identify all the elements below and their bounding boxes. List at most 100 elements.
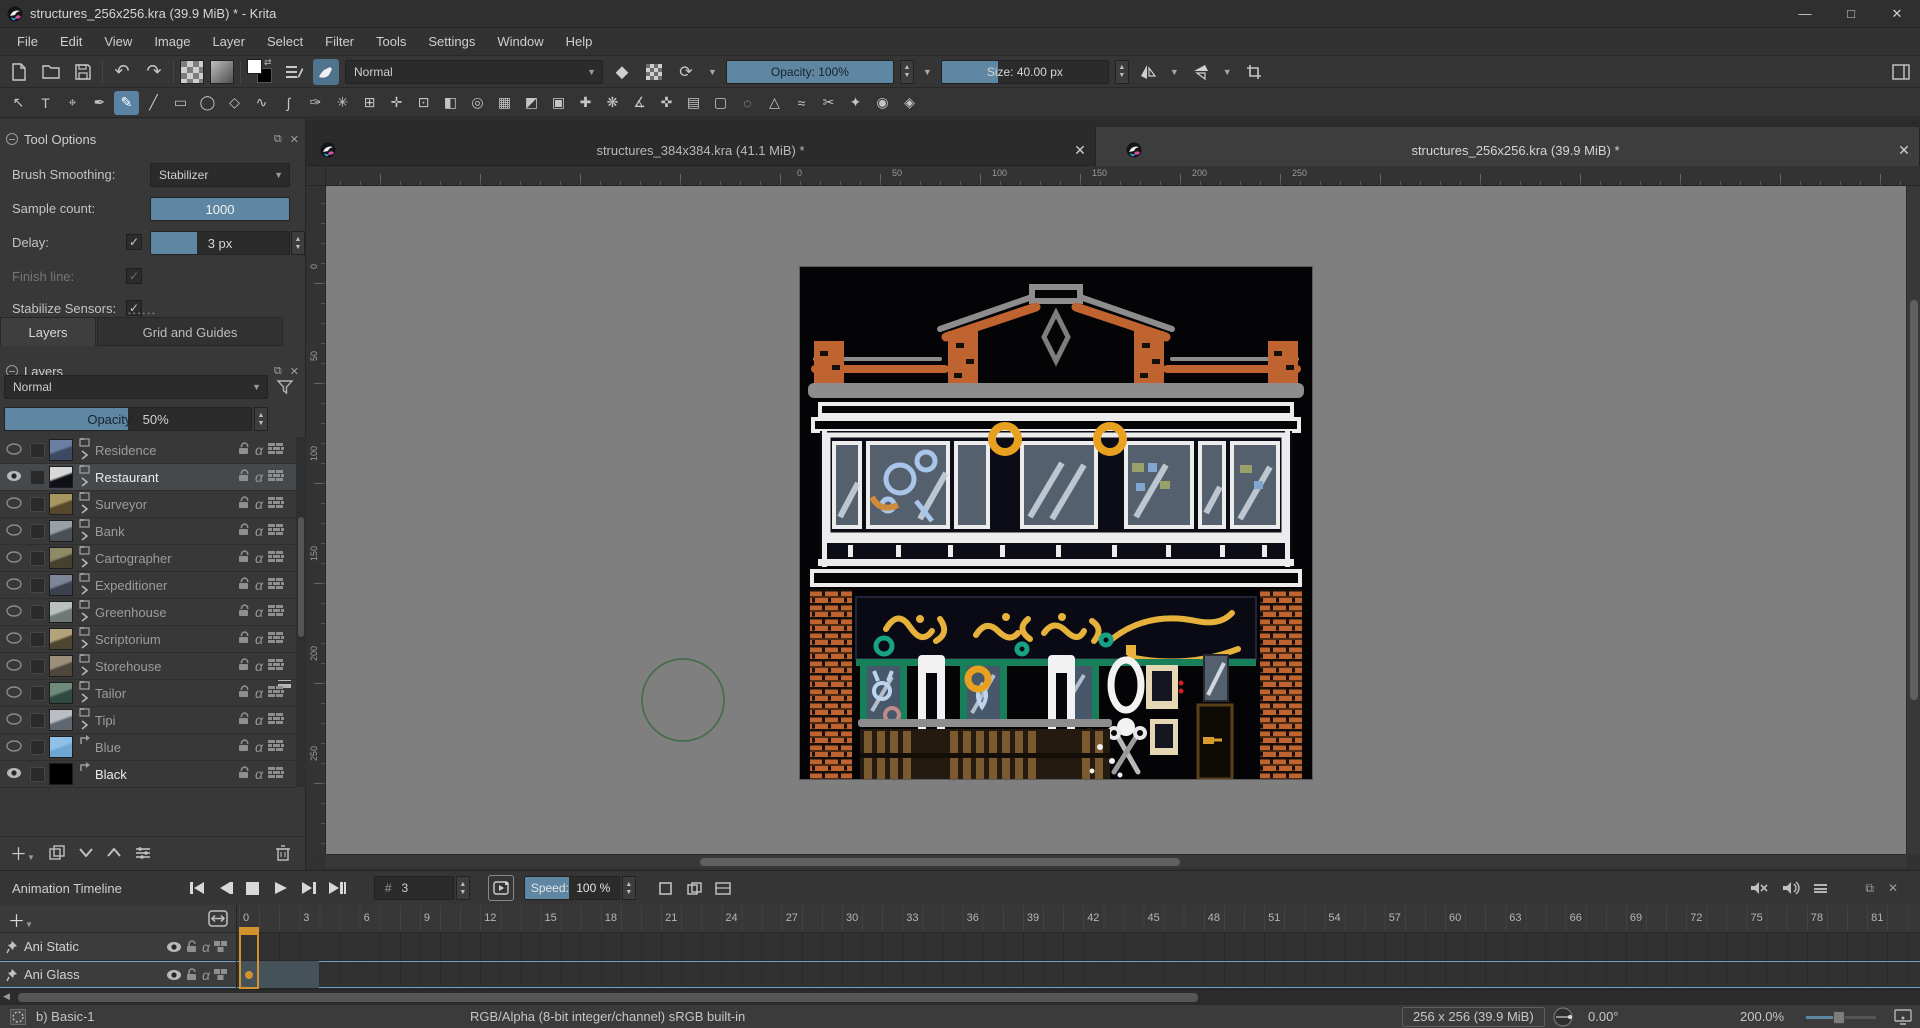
size-spinner[interactable]: ▲▼ — [1115, 60, 1129, 84]
fill-tool-icon[interactable]: ◩ — [519, 91, 544, 115]
gradient-chooser[interactable] — [210, 60, 234, 84]
delay-checkbox[interactable]: ✓ — [126, 234, 142, 250]
layer-group-badge-icon[interactable] — [79, 518, 91, 545]
lock-icon[interactable] — [238, 685, 250, 701]
color-picker-tool-icon[interactable]: ◎ — [465, 91, 490, 115]
lock-icon[interactable] — [238, 523, 250, 539]
polygon-tool-icon[interactable]: ◇ — [222, 91, 247, 115]
layer-row-residence[interactable]: Residenceα — [0, 437, 296, 464]
menu-file[interactable]: File — [6, 29, 49, 54]
frame-label[interactable]: 36 — [967, 912, 979, 924]
lock-icon[interactable] — [186, 968, 198, 981]
alpha-lock-icon[interactable]: α — [255, 550, 263, 566]
inherit-alpha-icon[interactable] — [268, 443, 284, 458]
inherit-alpha-icon[interactable] — [268, 551, 284, 566]
layer-select-checkbox[interactable] — [30, 605, 45, 620]
similar-select-tool-icon[interactable]: ✦ — [843, 91, 868, 115]
float-docker-icon[interactable]: ⧉ — [1865, 881, 1874, 896]
alpha-lock-icon[interactable]: α — [255, 739, 263, 755]
layer-blending-mode-dropdown[interactable]: Normal ▼ — [4, 375, 268, 399]
speed-spinner[interactable]: ▲▼ — [622, 876, 636, 900]
layer-select-checkbox[interactable] — [30, 632, 45, 647]
chevron-down-icon[interactable]: ▼ — [920, 67, 935, 77]
menu-layer[interactable]: Layer — [201, 29, 256, 54]
layer-row-storehouse[interactable]: Storehouseα — [0, 653, 296, 680]
float-docker-icon[interactable]: ⧉ — [274, 133, 282, 146]
pattern-chooser[interactable] — [180, 60, 204, 84]
bezier-curve-tool-icon[interactable]: ∫ — [276, 91, 301, 115]
polyline-tool-icon[interactable]: ∿ — [249, 91, 274, 115]
alpha-lock-icon[interactable]: α — [255, 442, 263, 458]
timeline-row-ani-static[interactable]: Ani Static α — [0, 933, 1920, 961]
alpha-lock-icon[interactable]: α — [255, 685, 263, 701]
frame-label[interactable]: 21 — [665, 912, 677, 924]
close-tab-icon[interactable]: ✕ — [1889, 142, 1919, 159]
layer-thumbnail[interactable] — [49, 574, 73, 596]
layer-name[interactable]: Tailor — [95, 686, 126, 701]
layer-visibility-icon[interactable] — [6, 740, 22, 755]
layer-name[interactable]: Black — [95, 767, 127, 782]
layer-group-badge-icon[interactable] — [79, 707, 91, 734]
new-document-button[interactable] — [6, 59, 32, 85]
playback-options-button[interactable] — [488, 875, 514, 901]
frame-label[interactable]: 66 — [1570, 912, 1582, 924]
frame-label[interactable]: 81 — [1871, 912, 1883, 924]
layer-select-checkbox[interactable] — [30, 470, 45, 485]
layer-select-checkbox[interactable] — [30, 443, 45, 458]
inherit-alpha-icon[interactable] — [268, 767, 284, 782]
timeline-frame-ruler[interactable]: 0369121518212427303336394245485154576063… — [237, 905, 1920, 933]
minimize-button[interactable]: — — [1782, 0, 1828, 28]
frame-label[interactable]: 18 — [605, 912, 617, 924]
reload-preset-button[interactable]: ⟳ — [673, 59, 699, 85]
layer-select-checkbox[interactable] — [30, 578, 45, 593]
layer-animated-badge-icon[interactable] — [79, 761, 91, 788]
lock-icon[interactable] — [238, 712, 250, 728]
layer-opacity-spinner[interactable]: ▲▼ — [254, 407, 268, 431]
blending-mode-dropdown[interactable]: Normal ▼ — [345, 60, 603, 84]
layer-select-checkbox[interactable] — [30, 524, 45, 539]
line-tool-icon[interactable]: ╱ — [141, 91, 166, 115]
frame-label[interactable]: 0 — [243, 912, 249, 924]
alpha-lock-icon[interactable]: α — [255, 631, 263, 647]
inherit-alpha-icon[interactable] — [268, 605, 284, 620]
alpha-lock-icon[interactable]: α — [255, 712, 263, 728]
menu-view[interactable]: View — [93, 29, 143, 54]
frame-label[interactable]: 24 — [725, 912, 737, 924]
brush-smoothing-dropdown[interactable]: Stabilizer ▼ — [150, 163, 290, 187]
rotation-value[interactable]: 0.00° — [1588, 1009, 1619, 1024]
alpha-lock-icon[interactable]: α — [255, 604, 263, 620]
lock-icon[interactable] — [238, 739, 250, 755]
next-frame-button[interactable] — [296, 876, 322, 900]
layer-opacity-slider[interactable]: Opacity: 50% — [4, 407, 252, 431]
lock-icon[interactable] — [238, 496, 250, 512]
layer-thumbnail[interactable] — [49, 439, 73, 461]
polygon-select-tool-icon[interactable]: △ — [762, 91, 787, 115]
frame-label[interactable]: 69 — [1630, 912, 1642, 924]
scroll-left-icon[interactable]: ◀ — [3, 991, 10, 1002]
lock-icon[interactable] — [238, 658, 250, 674]
layer-group-badge-icon[interactable] — [79, 464, 91, 491]
magnetic-select-tool-icon[interactable]: ✂ — [816, 91, 841, 115]
smart-patch-tool-icon[interactable]: ✚ — [573, 91, 598, 115]
first-frame-button[interactable] — [184, 876, 210, 900]
layer-visibility-icon[interactable] — [6, 713, 22, 728]
ellipse-tool-icon[interactable]: ◯ — [195, 91, 220, 115]
layer-row-tipi[interactable]: Tipiα — [0, 707, 296, 734]
layer-row-scriptorium[interactable]: Scriptoriumα — [0, 626, 296, 653]
layer-visibility-icon[interactable] — [6, 470, 22, 485]
workspace-chooser-button[interactable] — [1888, 59, 1914, 85]
rect-select-tool-icon[interactable]: ▢ — [708, 91, 733, 115]
timeline-row-ani-glass[interactable]: Ani Glass α — [0, 961, 1920, 989]
transform-tool-icon[interactable]: ⊞ — [357, 91, 382, 115]
alpha-lock-icon[interactable]: α — [202, 967, 210, 983]
frame-label[interactable]: 12 — [484, 912, 496, 924]
layer-name[interactable]: Expeditioner — [95, 578, 167, 593]
move-layer-down-button[interactable] — [79, 848, 93, 857]
layer-name[interactable]: Cartographer — [95, 551, 172, 566]
inherit-alpha-icon[interactable] — [268, 713, 284, 728]
close-docker-icon[interactable]: ✕ — [290, 365, 299, 378]
inherit-alpha-icon[interactable] — [268, 524, 284, 539]
layer-visibility-icon[interactable] — [6, 443, 22, 458]
inherit-alpha-icon[interactable] — [268, 740, 284, 755]
frame-label[interactable]: 78 — [1811, 912, 1823, 924]
